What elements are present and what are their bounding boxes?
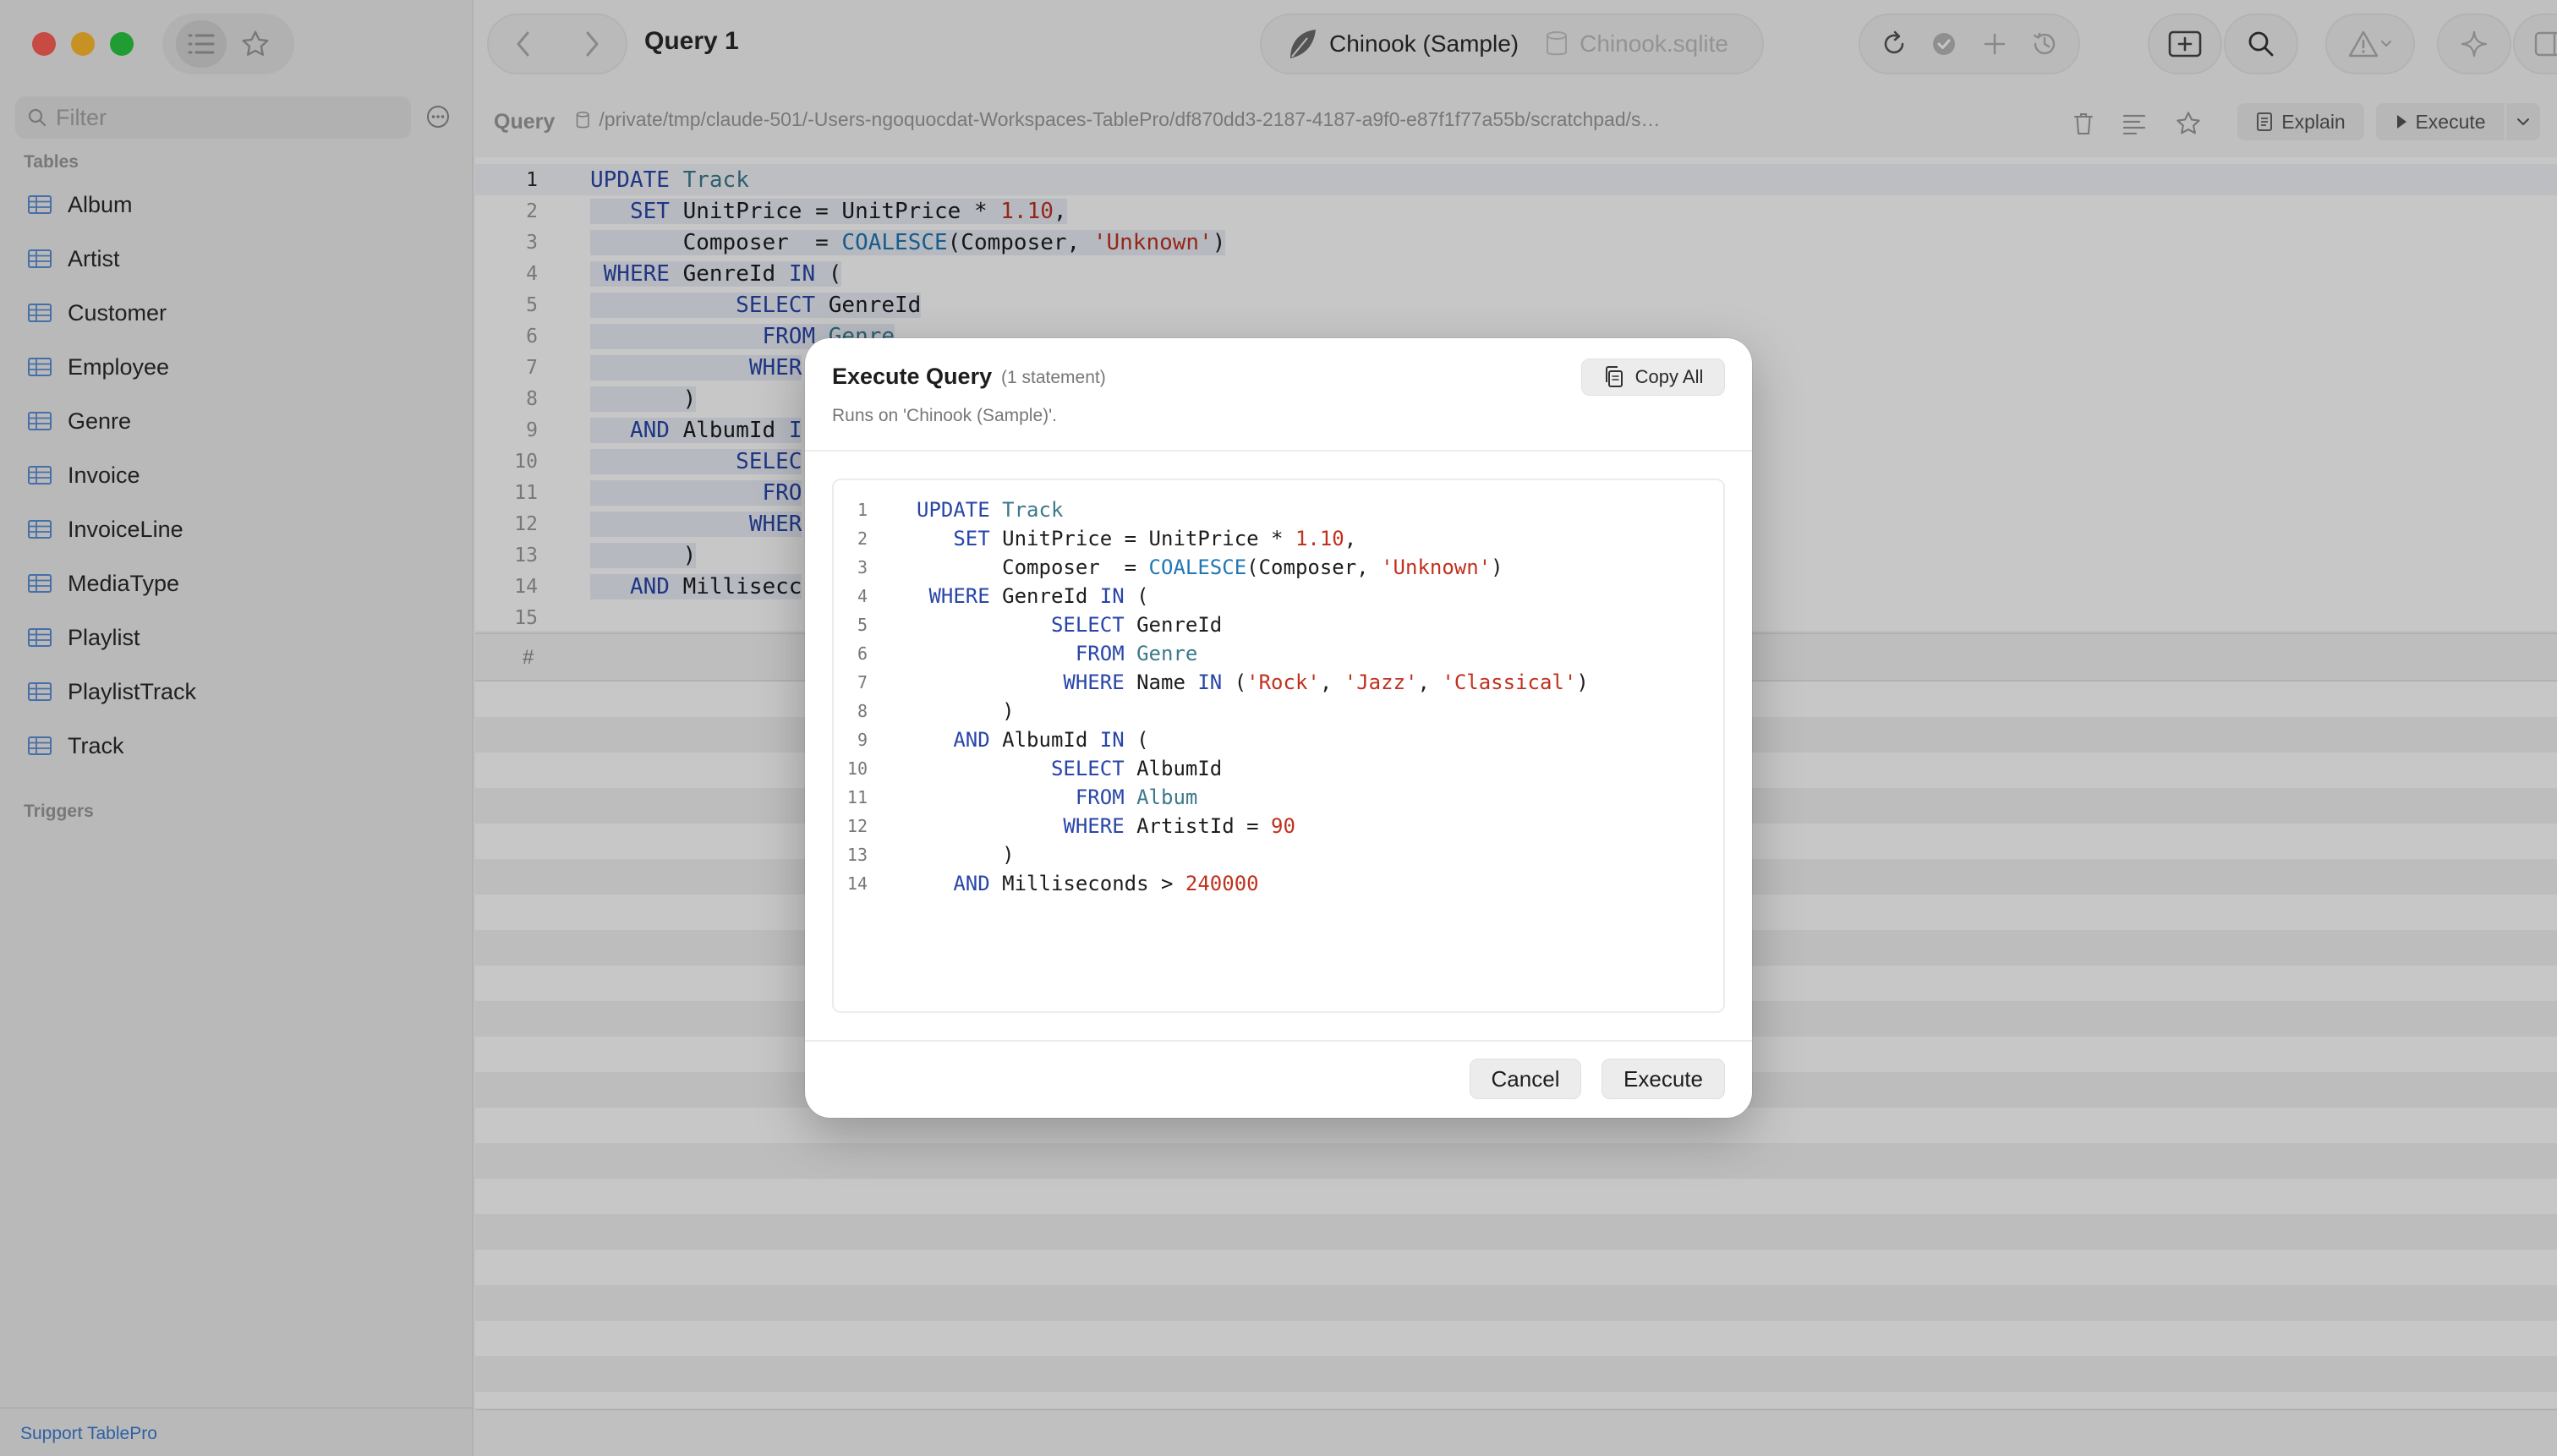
code-token: ) [1491, 556, 1503, 579]
code-text: Composer = COALESCE(Composer, 'Unknown') [917, 556, 1503, 579]
dialog-subtitle: Runs on 'Chinook (Sample)'. [832, 406, 1057, 425]
code-text: ) [917, 699, 1015, 723]
code-token: Genre [1136, 642, 1198, 665]
code-token: 90 [1271, 814, 1295, 838]
code-token: Name [1136, 671, 1198, 694]
code-token: WHERE [917, 671, 1137, 694]
code-line: 8 ) [834, 697, 1722, 725]
code-token: SELECT [917, 757, 1137, 780]
code-token: IN [1099, 584, 1125, 608]
line-number: 4 [857, 586, 868, 606]
code-token: ) [917, 843, 1015, 867]
code-token: IN [1197, 671, 1223, 694]
code-text: SELECT GenreId [917, 613, 1222, 637]
code-text: AND Milliseconds > 240000 [917, 872, 1259, 895]
code-token: GenreId [1002, 584, 1100, 608]
code-token: , [1319, 671, 1344, 694]
code-token: Composer = [917, 556, 1149, 579]
code-text: UPDATE Track [917, 498, 1063, 522]
code-token: AlbumId [1002, 728, 1100, 752]
code-token: WHERE [917, 814, 1137, 838]
copy-all-label: Copy All [1634, 366, 1704, 387]
code-line: 3 Composer = COALESCE(Composer, 'Unknown… [834, 553, 1722, 582]
dialog-title: Execute Query [832, 364, 993, 389]
code-line: 14 AND Milliseconds > 240000 [834, 869, 1722, 898]
line-number: 10 [846, 758, 868, 779]
code-line: 6 FROM Genre [834, 639, 1722, 668]
code-text: AND AlbumId IN ( [917, 728, 1149, 752]
code-token: , [1417, 671, 1443, 694]
code-token: UPDATE [917, 498, 1003, 522]
code-token: Milliseconds > [1002, 872, 1185, 895]
code-token: WHERE [917, 584, 1003, 608]
code-text: FROM Genre [917, 642, 1198, 665]
copy-icon [1605, 366, 1623, 387]
code-token: FROM [917, 642, 1137, 665]
copy-all-button[interactable]: Copy All [1581, 359, 1725, 396]
code-token: (Composer, [1246, 556, 1382, 579]
line-number: 12 [846, 816, 868, 836]
code-line: 5 SELECT GenreId [834, 610, 1722, 639]
line-number: 6 [857, 643, 868, 664]
code-token: 240000 [1185, 872, 1259, 895]
code-token: ) [1576, 671, 1589, 694]
code-token: Track [1002, 498, 1064, 522]
code-token: ( [1124, 584, 1149, 608]
line-number: 5 [857, 615, 868, 635]
code-token: UnitPrice = UnitPrice * [1002, 527, 1295, 550]
code-text: ) [917, 843, 1015, 867]
line-number: 11 [846, 787, 868, 807]
code-token: ) [917, 699, 1015, 723]
code-line: 11 FROM Album [834, 783, 1722, 812]
code-line: 2 SET UnitPrice = UnitPrice * 1.10, [834, 524, 1722, 553]
code-token: 'Jazz' [1344, 671, 1418, 694]
code-token: 'Rock' [1246, 671, 1320, 694]
code-token: Album [1136, 785, 1198, 809]
code-text: WHERE ArtistId = 90 [917, 814, 1295, 838]
code-token: AlbumId [1136, 757, 1223, 780]
line-number: 3 [857, 557, 868, 577]
line-number: 1 [857, 500, 868, 520]
code-text: WHERE GenreId IN ( [917, 584, 1149, 608]
code-line: 4 WHERE GenreId IN ( [834, 582, 1722, 610]
code-token: AND [917, 872, 1003, 895]
line-number: 2 [857, 528, 868, 549]
code-line: 12 WHERE ArtistId = 90 [834, 812, 1722, 840]
line-number: 7 [857, 672, 868, 692]
code-line: 1 UPDATE Track [834, 495, 1722, 524]
statement-count: (1 statement) [1001, 368, 1106, 387]
statement-preview[interactable]: 1 UPDATE Track 2 SET UnitPrice = UnitPrice… [832, 479, 1725, 1013]
code-text: SET UnitPrice = UnitPrice * 1.10, [917, 527, 1356, 550]
cancel-button[interactable]: Cancel [1470, 1059, 1581, 1099]
code-text: WHERE Name IN ('Rock', 'Jazz', 'Classica… [917, 671, 1589, 694]
code-token: IN [1099, 728, 1125, 752]
code-token: , [1344, 527, 1357, 550]
code-line: 7 WHERE Name IN ('Rock', 'Jazz', 'Classi… [834, 668, 1722, 697]
code-token: SELECT [917, 613, 1137, 637]
code-token: 'Unknown' [1381, 556, 1492, 579]
code-token: ( [1222, 671, 1247, 694]
line-number: 14 [846, 873, 868, 894]
code-token: GenreId [1136, 613, 1223, 637]
line-number: 9 [857, 730, 868, 750]
code-token: FROM [917, 785, 1137, 809]
code-token: AND [917, 728, 1003, 752]
code-token: SET [917, 527, 1003, 550]
code-token: ( [1124, 728, 1149, 752]
dialog-footer-divider [805, 1040, 1752, 1042]
code-text: SELECT AlbumId [917, 757, 1222, 780]
code-line: 10 SELECT AlbumId [834, 754, 1722, 783]
line-number: 13 [846, 845, 868, 865]
code-line: 13 ) [834, 840, 1722, 869]
code-token: 'Classical' [1442, 671, 1577, 694]
execute-query-dialog: Execute Query (1 statement) Runs on 'Chi… [805, 338, 1752, 1118]
code-text: FROM Album [917, 785, 1198, 809]
confirm-execute-button[interactable]: Execute [1602, 1059, 1725, 1099]
code-token: COALESCE [1148, 556, 1247, 579]
code-line: 9 AND AlbumId IN ( [834, 725, 1722, 754]
code-token: ArtistId = [1136, 814, 1272, 838]
code-token: 1.10 [1295, 527, 1344, 550]
line-number: 8 [857, 701, 868, 721]
dialog-header-divider [805, 450, 1752, 452]
